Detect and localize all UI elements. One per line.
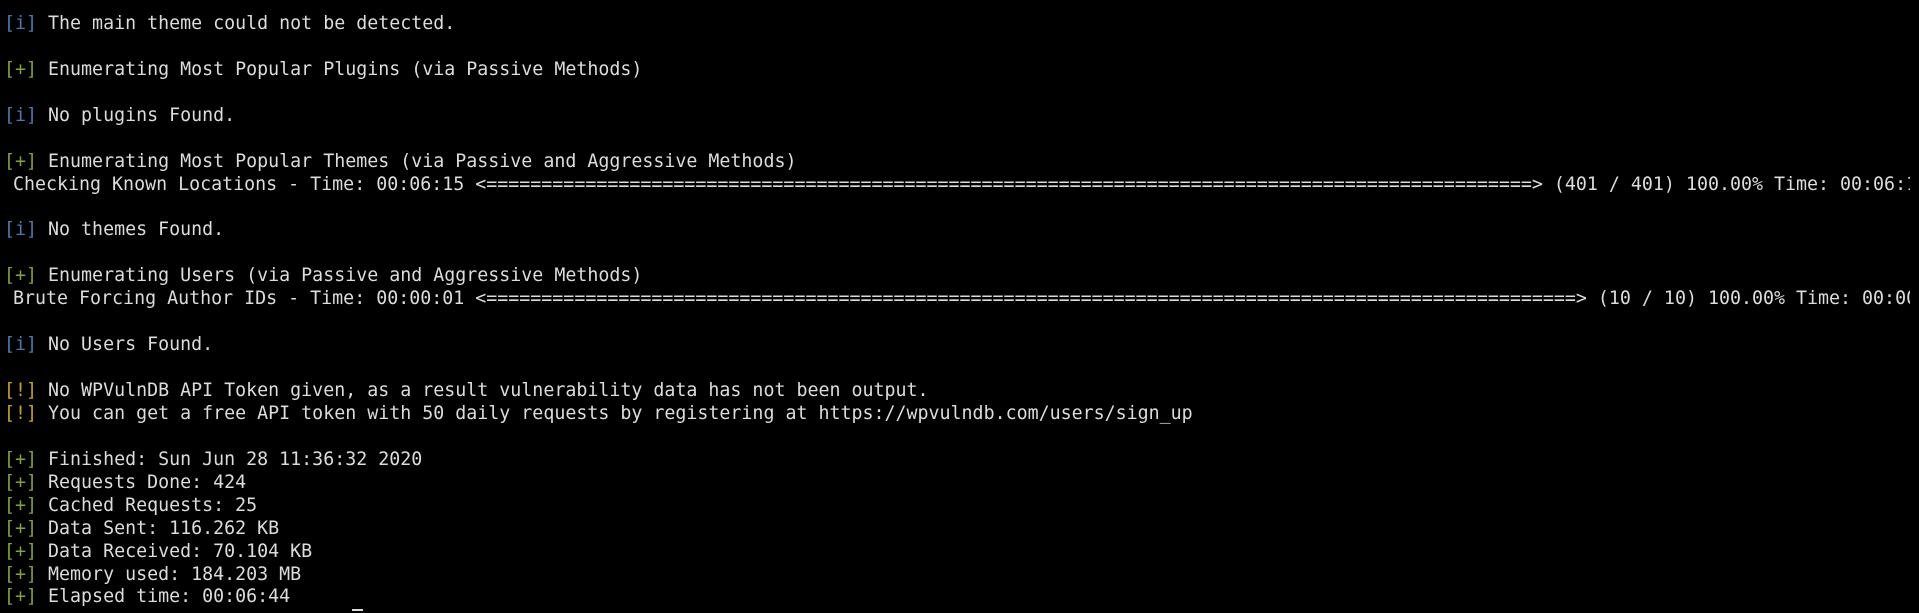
output-text: Requests Done: 424: [37, 471, 247, 493]
info-tag: [i]: [4, 13, 38, 34]
output-text: Data Received: 70.104 KB: [37, 540, 313, 562]
output-line-elapsed-time: [+] Elapsed time: 00:06:44: [4, 586, 1910, 609]
output-text: Data Sent: 116.262 KB: [37, 517, 280, 539]
plus-tag: [+]: [4, 471, 38, 493]
output-text: No WPVulnDB API Token given, as a result…: [37, 380, 929, 401]
progress-line-known-locations: Checking Known Locations - Time: 00:06:1…: [13, 173, 1919, 195]
progress-line-author-ids: Brute Forcing Author IDs - Time: 00:00:0…: [13, 288, 1919, 310]
output-text: Finished: Sun Jun 28 11:36:32 2020: [37, 448, 423, 470]
output-text: Memory used: 184.203 MB: [37, 563, 302, 585]
output-text: No themes Found.: [37, 219, 225, 241]
plus-tag: [+]: [4, 586, 38, 608]
plus-tag: [+]: [4, 448, 38, 470]
output-line-cached-requests: [+] Cached Requests: 25: [4, 495, 1910, 518]
plus-tag: [+]: [4, 563, 38, 585]
output-text: The main theme could not be detected.: [37, 13, 456, 34]
terminal-scrollbar[interactable]: [1910, 0, 1919, 613]
terminal-output[interactable]: [i] The main theme could not be detected…: [0, 0, 1919, 613]
info-tag: [i]: [4, 334, 38, 356]
output-text: Elapsed time: 00:06:44: [37, 586, 291, 608]
output-text: Enumerating Most Popular Plugins (via Pa…: [37, 58, 643, 80]
output-line-no-plugins: [i] No plugins Found.: [4, 105, 1910, 128]
output-line-data-received: [+] Data Received: 70.104 KB: [4, 541, 1910, 564]
output-line-enumerating-plugins: [+] Enumerating Most Popular Plugins (vi…: [4, 59, 1910, 82]
output-line-requests-done: [+] Requests Done: 424: [4, 472, 1910, 495]
warning-tag: [!]: [4, 402, 38, 424]
plus-tag: [+]: [4, 540, 38, 562]
output-text: Enumerating Users (via Passive and Aggre…: [37, 265, 643, 287]
info-tag: [i]: [4, 104, 38, 126]
plus-tag: [+]: [4, 58, 38, 80]
output-line-theme-not-detected: [i] The main theme could not be detected…: [4, 13, 1910, 36]
output-line-enumerating-themes: [+] Enumerating Most Popular Themes (via…: [4, 151, 1910, 174]
output-line-no-themes: [i] No themes Found.: [4, 219, 1910, 242]
output-line-data-sent: [+] Data Sent: 116.262 KB: [4, 518, 1910, 541]
plus-tag: [+]: [4, 517, 38, 539]
plus-tag: [+]: [4, 265, 38, 287]
output-line-memory-used: [+] Memory used: 184.203 MB: [4, 564, 1910, 587]
info-tag: [i]: [4, 219, 38, 241]
text-cursor: [352, 609, 363, 611]
plus-tag: [+]: [4, 150, 38, 172]
plus-tag: [+]: [4, 494, 38, 516]
output-line-enumerating-users: [+] Enumerating Users (via Passive and A…: [4, 265, 1910, 288]
output-text: Cached Requests: 25: [37, 494, 258, 516]
output-text: Enumerating Most Popular Themes (via Pas…: [37, 150, 797, 172]
output-line-finished: [+] Finished: Sun Jun 28 11:36:32 2020: [4, 449, 1910, 472]
output-line-api-token-info: [!] You can get a free API token with 50…: [4, 403, 1910, 426]
output-line-no-api-token: [!] No WPVulnDB API Token given, as a re…: [4, 380, 1910, 403]
warning-tag: [!]: [4, 380, 38, 401]
output-text: You can get a free API token with 50 dai…: [37, 402, 1193, 424]
output-text: No plugins Found.: [37, 104, 236, 126]
output-line-no-users: [i] No Users Found.: [4, 334, 1910, 357]
output-text: No Users Found.: [37, 334, 214, 356]
